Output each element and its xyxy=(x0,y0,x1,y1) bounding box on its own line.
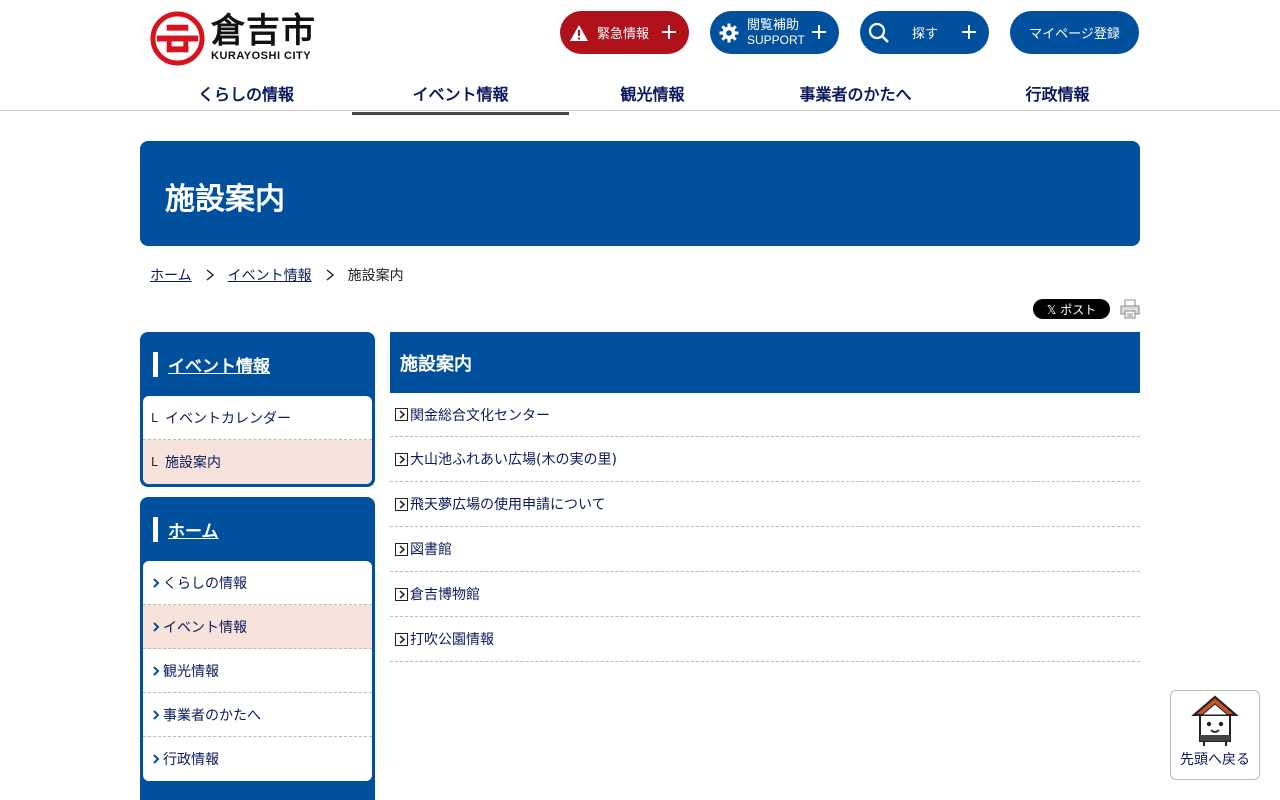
chevron-right-icon xyxy=(153,754,160,764)
list-item[interactable]: 飛天夢広場の使用申請について xyxy=(390,482,1140,527)
chevron-right-icon xyxy=(153,621,160,632)
sidebar-item-event-calendar[interactable]: L イベントカレンダー xyxy=(143,396,372,440)
breadcrumb-current: 施設案内 xyxy=(347,268,404,284)
chevron-right-icon xyxy=(153,709,160,720)
gnav-item-living[interactable]: くらしの情報 xyxy=(140,70,352,115)
sidebar-item-facility-guide[interactable]: L 施設案内 xyxy=(143,440,372,484)
gnav-item-tourism[interactable]: 観光情報 xyxy=(569,70,736,115)
plus-icon xyxy=(662,25,676,39)
chevron-right-icon xyxy=(326,269,334,281)
logo-en: KURAYOSHI CITY xyxy=(211,50,312,62)
back-to-top-label: 先頭へ戻る xyxy=(1180,752,1250,768)
city-emblem-icon xyxy=(150,10,205,66)
print-icon[interactable] xyxy=(1120,299,1140,319)
list-item[interactable]: 倉吉博物館 xyxy=(390,572,1140,617)
chevron-right-icon xyxy=(153,577,160,588)
mypage-register-button[interactable]: マイページ登録 xyxy=(1010,11,1139,54)
mascot-house-icon xyxy=(1191,695,1239,746)
page-title-banner: 施設案内 xyxy=(140,141,1140,246)
facility-link-list: 関金総合文化センター 大山池ふれあい広場(木の実の里) 飛天夢広場の使用申請につ… xyxy=(390,393,1140,662)
global-nav: くらしの情報 イベント情報 観光情報 事業者のかたへ 行政情報 xyxy=(140,70,1140,115)
back-to-top-button[interactable]: 先頭へ戻る xyxy=(1170,690,1260,780)
site-header: 倉吉市 KURAYOSHI CITY 緊急情報 閲覧補助 SUPPORT 探す … xyxy=(0,0,1280,115)
section-heading: 施設案内 xyxy=(390,332,1140,393)
sidebar-item-business[interactable]: 事業者のかたへ xyxy=(143,693,372,737)
sidebar-item-living[interactable]: くらしの情報 xyxy=(143,561,372,605)
link-arrow-icon xyxy=(395,452,408,466)
gnav-item-administration[interactable]: 行政情報 xyxy=(975,70,1140,115)
sidebar-title-events[interactable]: イベント情報 xyxy=(168,352,270,377)
link-arrow-icon xyxy=(395,632,408,646)
sidebar-home-menu: ホーム くらしの情報 イベント情報 観光情報 事業者のかたへ 行政情報 xyxy=(140,497,375,800)
site-logo[interactable]: 倉吉市 KURAYOSHI CITY xyxy=(150,10,330,66)
gear-icon xyxy=(718,22,740,44)
link-arrow-icon xyxy=(395,408,408,421)
sidebar-item-events[interactable]: イベント情報 xyxy=(143,605,372,649)
warning-icon xyxy=(568,22,590,44)
emergency-label: 緊急情報 xyxy=(597,27,650,42)
support-label-jp: 閲覧補助 xyxy=(747,17,800,33)
link-arrow-icon xyxy=(395,587,408,601)
search-label: 探す xyxy=(912,27,939,42)
plus-icon xyxy=(812,25,826,39)
breadcrumb-home[interactable]: ホーム xyxy=(150,265,192,285)
chevron-right-icon xyxy=(153,665,160,676)
support-label-en: SUPPORT xyxy=(747,32,805,47)
share-tools: 𝕏 ポスト xyxy=(1033,299,1140,319)
list-item[interactable]: 打吹公園情報 xyxy=(390,617,1140,662)
search-button[interactable]: 探す xyxy=(860,11,989,54)
page-title: 施設案内 xyxy=(165,182,285,217)
link-arrow-icon xyxy=(395,542,408,556)
list-item[interactable]: 図書館 xyxy=(390,527,1140,572)
link-arrow-icon xyxy=(395,497,408,511)
sidebar-events-menu: イベント情報 L イベントカレンダー L 施設案内 xyxy=(140,332,375,487)
reading-support-button[interactable]: 閲覧補助 SUPPORT xyxy=(710,11,839,54)
plus-icon xyxy=(962,25,976,39)
emergency-info-button[interactable]: 緊急情報 xyxy=(560,11,689,54)
sidebar-item-administration[interactable]: 行政情報 xyxy=(143,737,372,781)
sidebar-item-tourism[interactable]: 観光情報 xyxy=(143,649,372,693)
list-item[interactable]: 大山池ふれあい広場(木の実の里) xyxy=(390,437,1140,482)
sidebar-title-home[interactable]: ホーム xyxy=(168,517,219,542)
search-icon xyxy=(868,22,890,44)
breadcrumb-events[interactable]: イベント情報 xyxy=(228,265,312,285)
chevron-right-icon xyxy=(206,269,214,281)
mypage-label: マイページ登録 xyxy=(1029,27,1120,42)
list-item[interactable]: 関金総合文化センター xyxy=(390,393,1140,437)
main-content: 施設案内 関金総合文化センター 大山池ふれあい広場(木の実の里) 飛天夢広場の使… xyxy=(390,332,1140,662)
breadcrumb: ホーム イベント情報 施設案内 xyxy=(150,265,404,285)
x-post-button[interactable]: 𝕏 ポスト xyxy=(1033,299,1110,319)
logo-jp: 倉吉市 xyxy=(211,11,316,51)
gnav-item-events[interactable]: イベント情報 xyxy=(352,70,569,115)
gnav-item-business[interactable]: 事業者のかたへ xyxy=(736,70,975,115)
